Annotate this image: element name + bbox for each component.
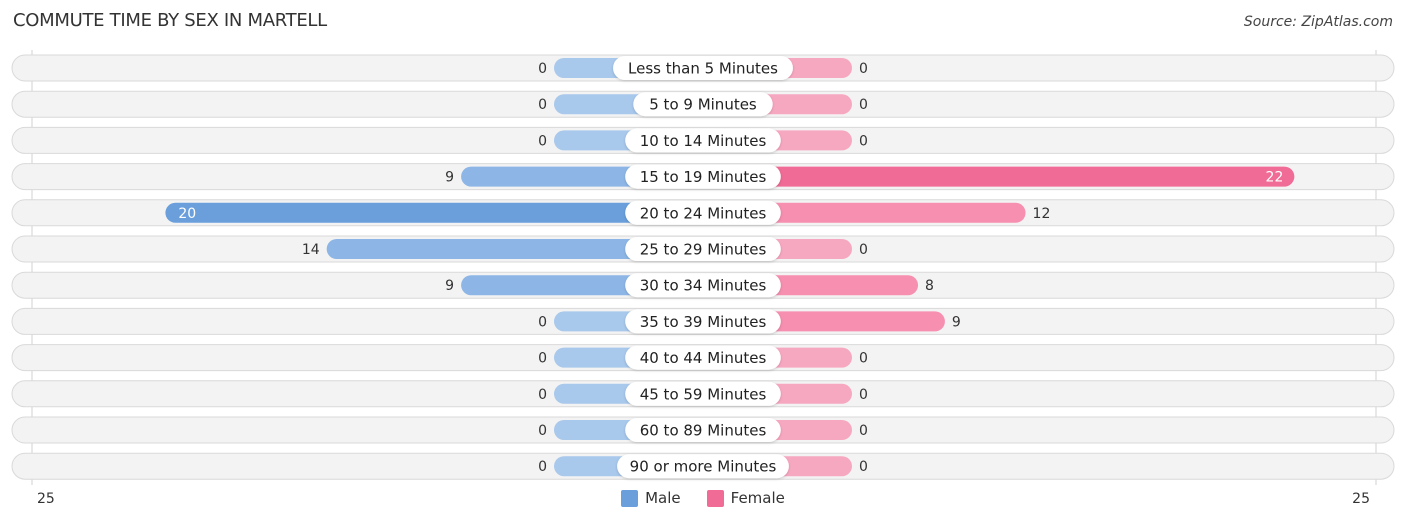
male-value-label: 0 [538, 314, 547, 330]
chart-row: 0 0 Less than 5 Minutes [11, 54, 1395, 82]
male-value-label: 0 [538, 459, 547, 475]
category-label: Less than 5 Minutes [628, 60, 778, 78]
female-value-label: 0 [859, 97, 868, 113]
female-value-label: 0 [859, 387, 868, 403]
female-value-label: 0 [859, 459, 868, 475]
chart-row: 0 0 5 to 9 Minutes [11, 90, 1395, 118]
category-label: 30 to 34 Minutes [640, 277, 767, 295]
category-label: 5 to 9 Minutes [649, 96, 757, 114]
chart-row: 20 12 20 to 24 Minutes [11, 199, 1395, 227]
legend: Male Female [0, 489, 1406, 507]
chart-row: 0 0 45 to 59 Minutes [11, 380, 1395, 408]
legend-swatch-male [621, 489, 639, 507]
male-value-label: 0 [538, 351, 547, 367]
legend-item-male: Male [621, 489, 681, 507]
category-label: 20 to 24 Minutes [640, 204, 767, 222]
male-value-label: 0 [538, 423, 547, 439]
female-value-label: 9 [952, 314, 961, 330]
chart-area: 0 0Less than 5 Minutes0 05 to 9 Minutes0 01… [11, 50, 1395, 507]
chart-row: 0 9 35 to 39 Minutes [11, 307, 1395, 335]
male-value-label: 9 [445, 170, 454, 186]
female-value-label: 0 [859, 133, 868, 149]
category-label: 40 to 44 Minutes [640, 349, 767, 367]
male-bar [165, 202, 703, 223]
chart-row: 0 0 10 to 14 Minutes [11, 126, 1395, 154]
male-value-label: 20 [178, 206, 196, 222]
category-label: 45 to 59 Minutes [640, 385, 767, 403]
chart-row: 0 0 90 or more Minutes [11, 452, 1395, 480]
category-label: 35 to 39 Minutes [640, 313, 767, 331]
category-label: 15 to 19 Minutes [640, 168, 767, 186]
female-value-label: 0 [859, 423, 868, 439]
category-label: 10 to 14 Minutes [640, 132, 767, 150]
male-value-label: 0 [538, 61, 547, 77]
male-value-label: 0 [538, 387, 547, 403]
female-value-label: 22 [1266, 170, 1284, 186]
female-value-label: 8 [925, 278, 934, 294]
male-value-label: 0 [538, 97, 547, 113]
female-value-label: 0 [859, 61, 868, 77]
female-value-label: 12 [1033, 206, 1051, 222]
chart-row: 9 22 15 to 19 Minutes [11, 163, 1395, 191]
female-value-label: 0 [859, 351, 868, 367]
female-value-label: 0 [859, 242, 868, 258]
legend-swatch-female [706, 489, 724, 507]
category-label: 90 or more Minutes [630, 458, 777, 476]
legend-item-female: Female [706, 489, 785, 507]
female-bar [703, 166, 1295, 187]
chart-row: 9 8 30 to 34 Minutes [11, 271, 1395, 299]
chart-row: 0 0 40 to 44 Minutes [11, 344, 1395, 372]
legend-label-male: Male [645, 489, 681, 507]
category-label: 60 to 89 Minutes [640, 422, 767, 440]
category-label: 25 to 29 Minutes [640, 241, 767, 259]
chart-row: 0 0 60 to 89 Minutes [11, 416, 1395, 444]
male-value-label: 14 [302, 242, 320, 258]
legend-label-female: Female [730, 489, 785, 507]
chart-row: 14 0 25 to 29 Minutes [11, 235, 1395, 263]
male-value-label: 0 [538, 133, 547, 149]
male-value-label: 9 [445, 278, 454, 294]
